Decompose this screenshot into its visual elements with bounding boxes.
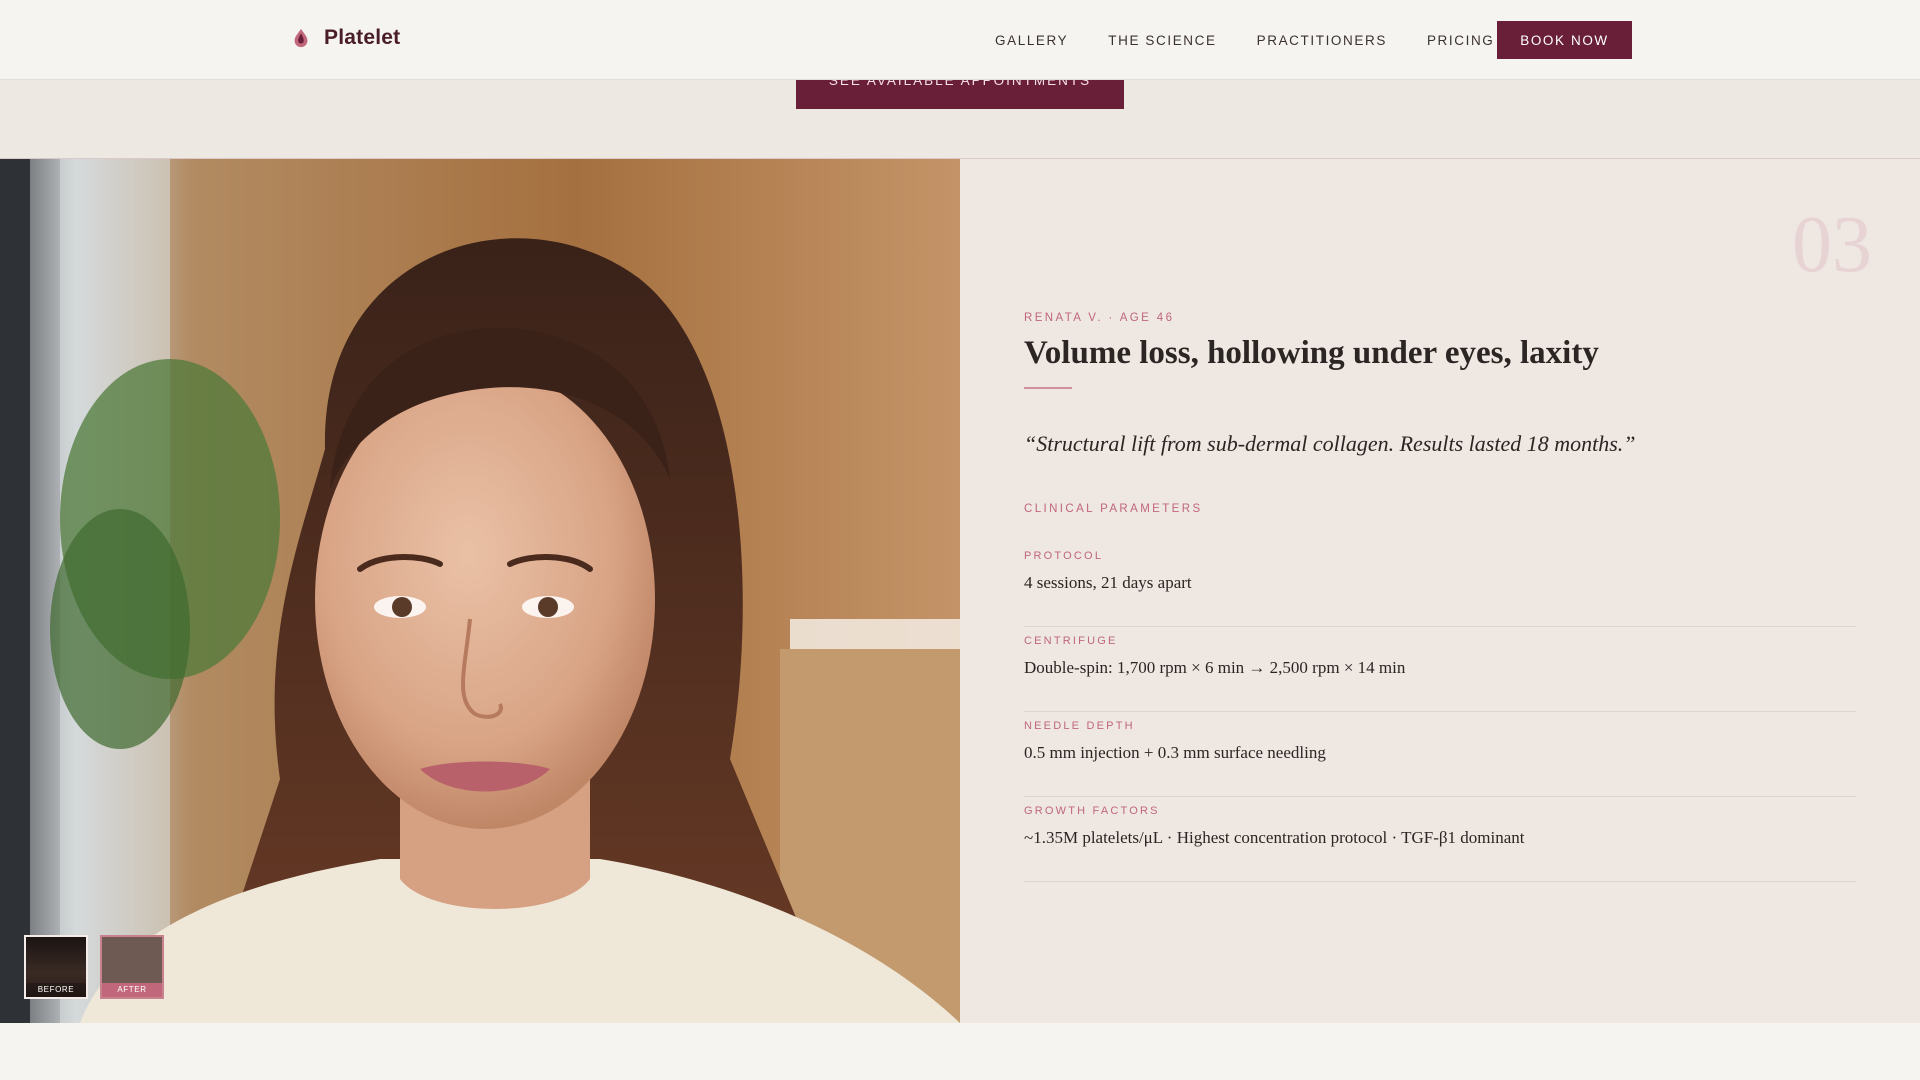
book-now-button[interactable]: BOOK NOW (1497, 21, 1632, 59)
after-thumbnail[interactable]: AFTER (100, 935, 164, 999)
patient-name-age: RENATA V. · AGE 46 (1024, 312, 1175, 324)
param-value: 0.5 mm injection + 0.3 mm surface needli… (1024, 743, 1326, 762)
param-label: PROTOCOL (1024, 550, 1104, 562)
case-title: Volume loss, hollowing under eyes, laxit… (1024, 335, 1599, 371)
nav-practitioners[interactable]: PRACTITIONERS (1257, 33, 1387, 48)
param-row-growth-factors: GROWTH FACTORS ~1.35M platelets/μL · Hig… (1024, 797, 1856, 882)
portrait-image (0, 159, 960, 1023)
before-after-thumbnails: BEFORE AFTER (24, 935, 164, 999)
case-details-panel: 03 RENATA V. · AGE 46 Volume loss, hollo… (960, 159, 1920, 1023)
param-label: NEEDLE DEPTH (1024, 720, 1135, 732)
brand-logo[interactable]: Platelet (290, 26, 400, 50)
param-row-protocol: PROTOCOL 4 sessions, 21 days apart (1024, 542, 1856, 627)
param-label: GROWTH FACTORS (1024, 805, 1160, 817)
patient-photo: BEFORE AFTER (0, 159, 960, 1023)
case-number: 03 (1792, 201, 1872, 289)
param-value: 4 sessions, 21 days apart (1024, 573, 1192, 592)
parameters-list: PROTOCOL 4 sessions, 21 days apart CENTR… (1024, 542, 1856, 882)
after-label: AFTER (102, 983, 162, 997)
before-thumbnail[interactable]: BEFORE (24, 935, 88, 999)
clinical-parameters-heading: CLINICAL PARAMETERS (1024, 503, 1203, 515)
param-row-centrifuge: CENTRIFUGE Double-spin: 1,700 rpm × 6 mi… (1024, 627, 1856, 712)
site-header: Platelet GALLERY THE SCIENCE PRACTITIONE… (0, 0, 1920, 80)
footer-band (0, 1023, 1920, 1080)
param-label: CENTRIFUGE (1024, 635, 1118, 647)
brand-name: Platelet (324, 26, 401, 49)
nav-gallery[interactable]: GALLERY (995, 33, 1068, 48)
param-value: ~1.35M platelets/μL · Highest concentrat… (1024, 828, 1525, 847)
nav-pricing[interactable]: PRICING (1427, 33, 1494, 48)
param-row-needle-depth: NEEDLE DEPTH 0.5 mm injection + 0.3 mm s… (1024, 712, 1856, 797)
patient-quote: “Structural lift from sub-dermal collage… (1024, 431, 1636, 456)
main-nav: GALLERY THE SCIENCE PRACTITIONERS PRICIN… (995, 0, 1534, 80)
title-divider (1024, 387, 1072, 389)
param-value: Double-spin: 1,700 rpm × 6 min → 2,500 r… (1024, 658, 1406, 677)
droplet-logo-icon (294, 28, 308, 48)
before-label: BEFORE (26, 983, 86, 997)
nav-the-science[interactable]: THE SCIENCE (1108, 33, 1216, 48)
